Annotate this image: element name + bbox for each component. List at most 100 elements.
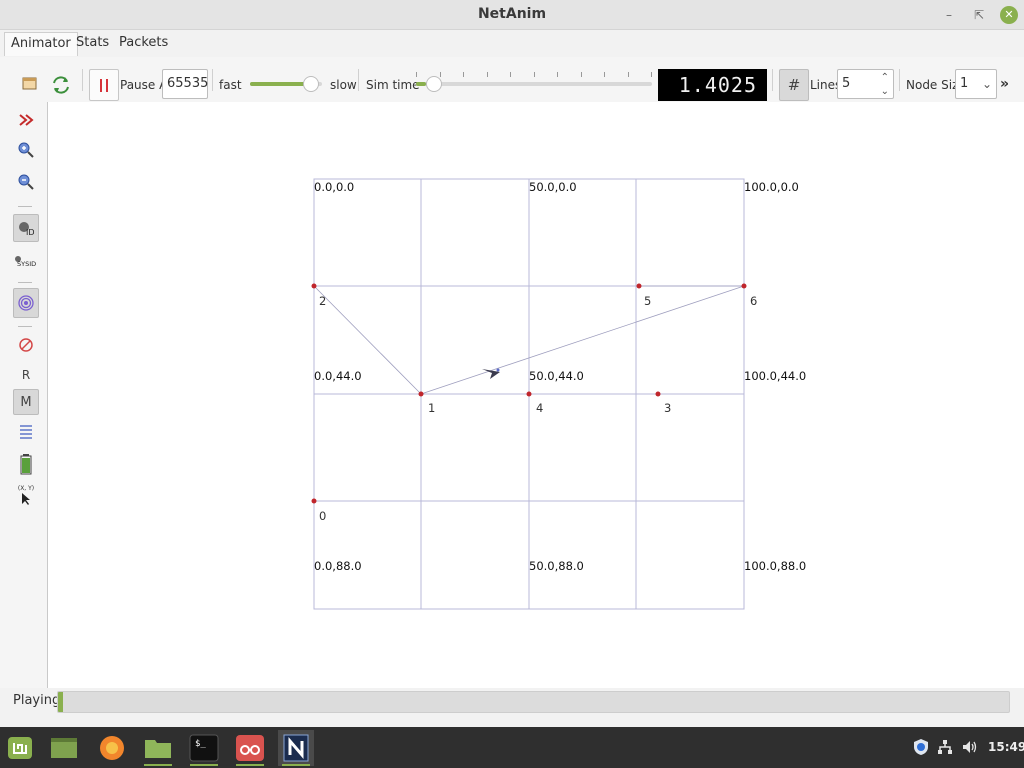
toolbar-separator — [18, 282, 32, 283]
terminal-icon[interactable]: $_ — [186, 730, 222, 766]
grid-label: 50.0,0.0 — [529, 180, 577, 194]
node-6[interactable] — [741, 283, 747, 289]
sim-time-label: Sim time — [366, 78, 420, 92]
node-size-select[interactable]: 1 ⌄ — [955, 69, 997, 99]
node-label: 2 — [319, 294, 326, 308]
toolbar-separator — [899, 69, 900, 91]
minimize-icon[interactable]: – — [940, 6, 958, 24]
sim-time-display: 1.4025 — [658, 69, 767, 101]
toolbar-separator — [82, 69, 83, 91]
status-bar: Playing — [0, 688, 1024, 727]
xy-label: (X, Y) — [17, 484, 35, 492]
tab-stats[interactable]: Stats — [70, 32, 115, 56]
node-label: 3 — [664, 401, 671, 415]
node-id-icon-label: ID — [26, 228, 35, 237]
node-5[interactable] — [636, 283, 642, 289]
fast-forward-icon[interactable] — [13, 107, 39, 133]
zoom-in-icon[interactable] — [13, 137, 39, 163]
grid-label: 100.0,0.0 — [744, 180, 799, 194]
node-label: 0 — [319, 509, 326, 523]
grid-label: 0.0,0.0 — [314, 180, 354, 194]
grid-label: 50.0,88.0 — [529, 559, 584, 573]
playback-progress-fill — [58, 692, 63, 712]
status-text: Playing — [13, 693, 61, 708]
sim-time-slider-handle[interactable] — [426, 76, 442, 92]
grid-label: 50.0,44.0 — [529, 369, 584, 383]
reload-icon[interactable] — [48, 72, 74, 98]
files-icon[interactable] — [140, 730, 176, 766]
animation-canvas[interactable]: 0.0,0.0 50.0,0.0 100.0,0.0 0.0,44.0 50.0… — [49, 102, 1024, 688]
show-sysid-button[interactable]: SYSID — [13, 249, 39, 275]
node-4[interactable] — [526, 391, 532, 397]
toolbar-separator — [18, 326, 32, 327]
speed-slider-fill — [250, 82, 312, 86]
shield-icon[interactable] — [912, 738, 930, 756]
speed-slider-handle[interactable] — [303, 76, 320, 92]
grid-label: 0.0,88.0 — [314, 559, 362, 573]
network-scene[interactable]: 0.0,0.0 50.0,0.0 100.0,0.0 0.0,44.0 50.0… — [49, 102, 1024, 688]
taskbar: $_ 15:49 — [0, 727, 1024, 768]
show-desktop-icon[interactable] — [46, 730, 82, 766]
pause-at-input[interactable]: 65535 — [162, 69, 208, 99]
maximize-icon[interactable]: ⇱ — [970, 6, 988, 24]
node-2[interactable] — [311, 283, 317, 289]
node-label: 1 — [428, 401, 435, 415]
toolbar-separator — [18, 206, 32, 207]
toolbar-separator — [358, 69, 359, 91]
list-lines-icon[interactable] — [13, 419, 39, 445]
playback-progress-bar — [57, 691, 1010, 713]
mobility-button[interactable]: M — [13, 389, 39, 415]
chevron-down-icon: ⌄ — [981, 77, 992, 91]
fast-label: fast — [219, 78, 242, 92]
reset-button[interactable]: R — [13, 362, 39, 388]
show-node-id-button[interactable]: ID — [13, 214, 39, 242]
slow-label: slow — [330, 78, 357, 92]
more-tools-chevron-icon[interactable]: » — [1000, 74, 1009, 94]
tab-packets[interactable]: Packets — [113, 32, 174, 56]
grid-label: 100.0,44.0 — [744, 369, 806, 383]
node-label: 6 — [750, 294, 757, 308]
cursor-icon — [22, 492, 30, 505]
tab-animator[interactable]: Animator — [4, 32, 78, 56]
sim-time-ticks — [416, 72, 652, 78]
volume-icon[interactable] — [961, 738, 979, 756]
netanim-app-icon[interactable] — [278, 730, 314, 766]
grid-toggle-icon[interactable]: # — [779, 69, 809, 101]
pause-button[interactable] — [89, 69, 119, 101]
mouse-position-button[interactable]: (X, Y) — [13, 482, 39, 508]
clock: 15:49 — [988, 740, 1024, 754]
svg-text:$_: $_ — [195, 739, 206, 749]
firefox-icon[interactable] — [94, 730, 130, 766]
window-title: NetAnim — [477, 6, 547, 22]
wireless-circles-icon[interactable] — [13, 288, 39, 318]
speed-slider[interactable] — [250, 76, 322, 92]
animator-toolbar: Pause At 65535 fast slow Sim time 1.4025… — [0, 57, 1024, 102]
node-label: 5 — [644, 294, 651, 308]
network-icon[interactable] — [936, 738, 954, 756]
sim-time-slider-fill — [416, 82, 426, 86]
zoom-out-icon[interactable] — [13, 169, 39, 195]
close-icon[interactable]: ✕ — [1000, 6, 1018, 24]
toolbar-separator — [212, 69, 213, 91]
tab-bar: Animator Stats Packets — [0, 30, 1024, 57]
node-0[interactable] — [311, 498, 317, 504]
grid-label: 0.0,44.0 — [314, 369, 362, 383]
open-file-icon[interactable] — [17, 71, 43, 97]
title-bar: NetAnim – ⇱ ✕ — [0, 0, 1024, 30]
no-entry-icon[interactable] — [13, 332, 39, 358]
grid-label: 100.0,88.0 — [744, 559, 806, 573]
mint-menu-icon[interactable] — [2, 730, 38, 766]
grid-lines-value: 5 — [842, 76, 851, 91]
node-1[interactable] — [418, 391, 424, 397]
toolbar-separator — [772, 69, 773, 91]
node-size-value: 1 — [960, 76, 969, 91]
left-toolbar: ID SYSID R M (X, Y) — [0, 102, 48, 688]
accessibility-glasses-icon[interactable] — [232, 730, 268, 766]
sysid-icon-label: SYSID — [17, 260, 36, 268]
packet-arrow-icon — [482, 368, 500, 379]
battery-icon[interactable] — [13, 451, 39, 477]
node-3[interactable] — [655, 391, 661, 397]
grid-lines-spinbox[interactable]: 5 ⌃ ⌄ — [837, 69, 894, 99]
sim-time-slider[interactable] — [416, 76, 652, 92]
node-label: 4 — [536, 401, 543, 415]
